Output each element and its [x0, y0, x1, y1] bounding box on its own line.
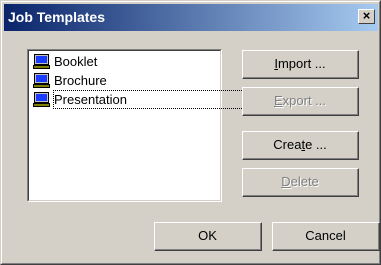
- create-label-post: e ...: [305, 137, 327, 152]
- import-label-post: mport ...: [277, 56, 326, 71]
- list-item-label: Booklet: [54, 54, 98, 69]
- create-button-face: Create ...: [243, 132, 358, 159]
- close-button[interactable]: ×: [358, 9, 375, 24]
- list-item-label: Presentation: [53, 90, 268, 109]
- import-button[interactable]: Import ...: [242, 50, 359, 79]
- templates-listbox[interactable]: Booklet Brochure Presentation: [27, 49, 268, 202]
- list-item[interactable]: Brochure: [31, 71, 218, 90]
- export-button-face: Export ...: [243, 88, 358, 115]
- computer-icon: [33, 54, 50, 69]
- job-templates-dialog: Job Templates × Booklet Brochure Present…: [0, 0, 381, 265]
- computer-icon: [33, 73, 50, 88]
- close-icon: ×: [362, 8, 371, 23]
- delete-button-face: Delete: [243, 169, 358, 196]
- list-item-label: Brochure: [54, 73, 107, 88]
- listbox-frame: Booklet Brochure Presentation: [28, 50, 268, 201]
- create-button[interactable]: Create ...: [242, 131, 359, 160]
- computer-icon: [33, 92, 50, 107]
- ok-button[interactable]: OK: [154, 222, 262, 251]
- dialog-frame: Job Templates × Booklet Brochure Present…: [1, 1, 380, 264]
- cancel-button[interactable]: Cancel: [272, 222, 380, 251]
- export-button[interactable]: Export ...: [242, 87, 359, 116]
- create-label-pre: Crea: [273, 137, 302, 152]
- title-bar[interactable]: Job Templates ×: [4, 4, 378, 31]
- cancel-label: Cancel: [273, 223, 379, 250]
- dialog-title: Job Templates: [8, 9, 105, 25]
- list-item[interactable]: Booklet: [31, 52, 218, 71]
- delete-label-post: elete: [290, 174, 319, 189]
- export-label-mnemonic: E: [273, 93, 283, 108]
- list-item[interactable]: Presentation: [31, 90, 268, 109]
- ok-label: OK: [155, 223, 261, 250]
- import-button-face: Import ...: [243, 51, 358, 78]
- delete-button[interactable]: Delete: [242, 168, 359, 197]
- export-label-post: xport ...: [282, 93, 327, 108]
- delete-label-mnemonic: D: [281, 174, 291, 189]
